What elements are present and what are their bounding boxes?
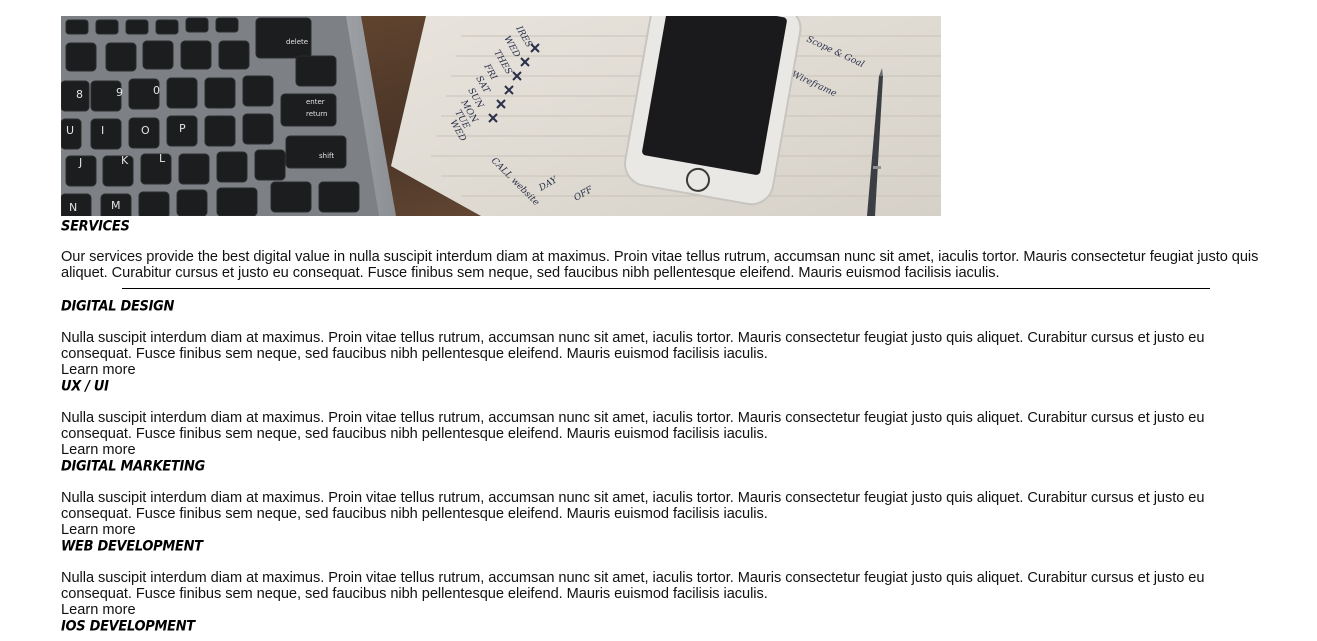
svg-text:L: L [159,152,166,165]
service-title: Digital Design [61,298,175,315]
learn-more-link[interactable]: Learn more [61,362,1267,378]
svg-text:enter: enter [306,98,325,106]
page-content: 8 9 0 O P J K L N M U I delete enter ret… [61,16,1267,635]
service-digital-marketing: Digital Marketing Nulla suscipit interdu… [61,458,1267,538]
svg-text:K: K [121,154,129,167]
svg-text:delete: delete [286,38,308,46]
svg-text:O: O [141,124,150,137]
learn-more-link[interactable]: Learn more [61,442,1267,458]
svg-text:return: return [306,110,327,118]
intro-text: Our services provide the best digital va… [61,249,1259,281]
service-description: Nulla suscipit interdum diam at maximus.… [61,570,1205,602]
svg-text:U: U [66,124,74,137]
svg-text:N: N [69,201,77,214]
learn-more-link[interactable]: Learn more [61,602,1267,618]
service-description: Nulla suscipit interdum diam at maximus.… [61,410,1205,442]
service-description: Nulla suscipit interdum diam at maximus.… [61,330,1205,362]
service-title: Digital Marketing [61,458,205,475]
section-title: Services [61,218,130,235]
divider [122,288,1210,289]
svg-text:I: I [101,124,104,137]
service-title: iOS Development [61,618,195,635]
service-ios-development: iOS Development [61,618,1267,635]
laptop-phone-notebook-image: 8 9 0 O P J K L N M U I delete enter ret… [61,16,941,216]
svg-text:9: 9 [116,86,123,99]
svg-text:M: M [111,199,121,212]
svg-text:shift: shift [319,152,334,160]
service-title: Web Development [61,538,203,555]
svg-text:8: 8 [76,88,83,101]
service-ux-ui: UX / UI Nulla suscipit interdum diam at … [61,378,1267,458]
service-title: UX / UI [61,378,109,395]
hero-image: 8 9 0 O P J K L N M U I delete enter ret… [61,16,941,216]
svg-text:P: P [179,122,186,135]
svg-text:0: 0 [153,84,160,97]
service-description: Nulla suscipit interdum diam at maximus.… [61,490,1205,522]
svg-text:J: J [78,156,82,169]
service-digital-design: Digital Design Nulla suscipit interdum d… [61,298,1267,378]
learn-more-link[interactable]: Learn more [61,522,1267,538]
service-web-development: Web Development Nulla suscipit interdum … [61,538,1267,618]
